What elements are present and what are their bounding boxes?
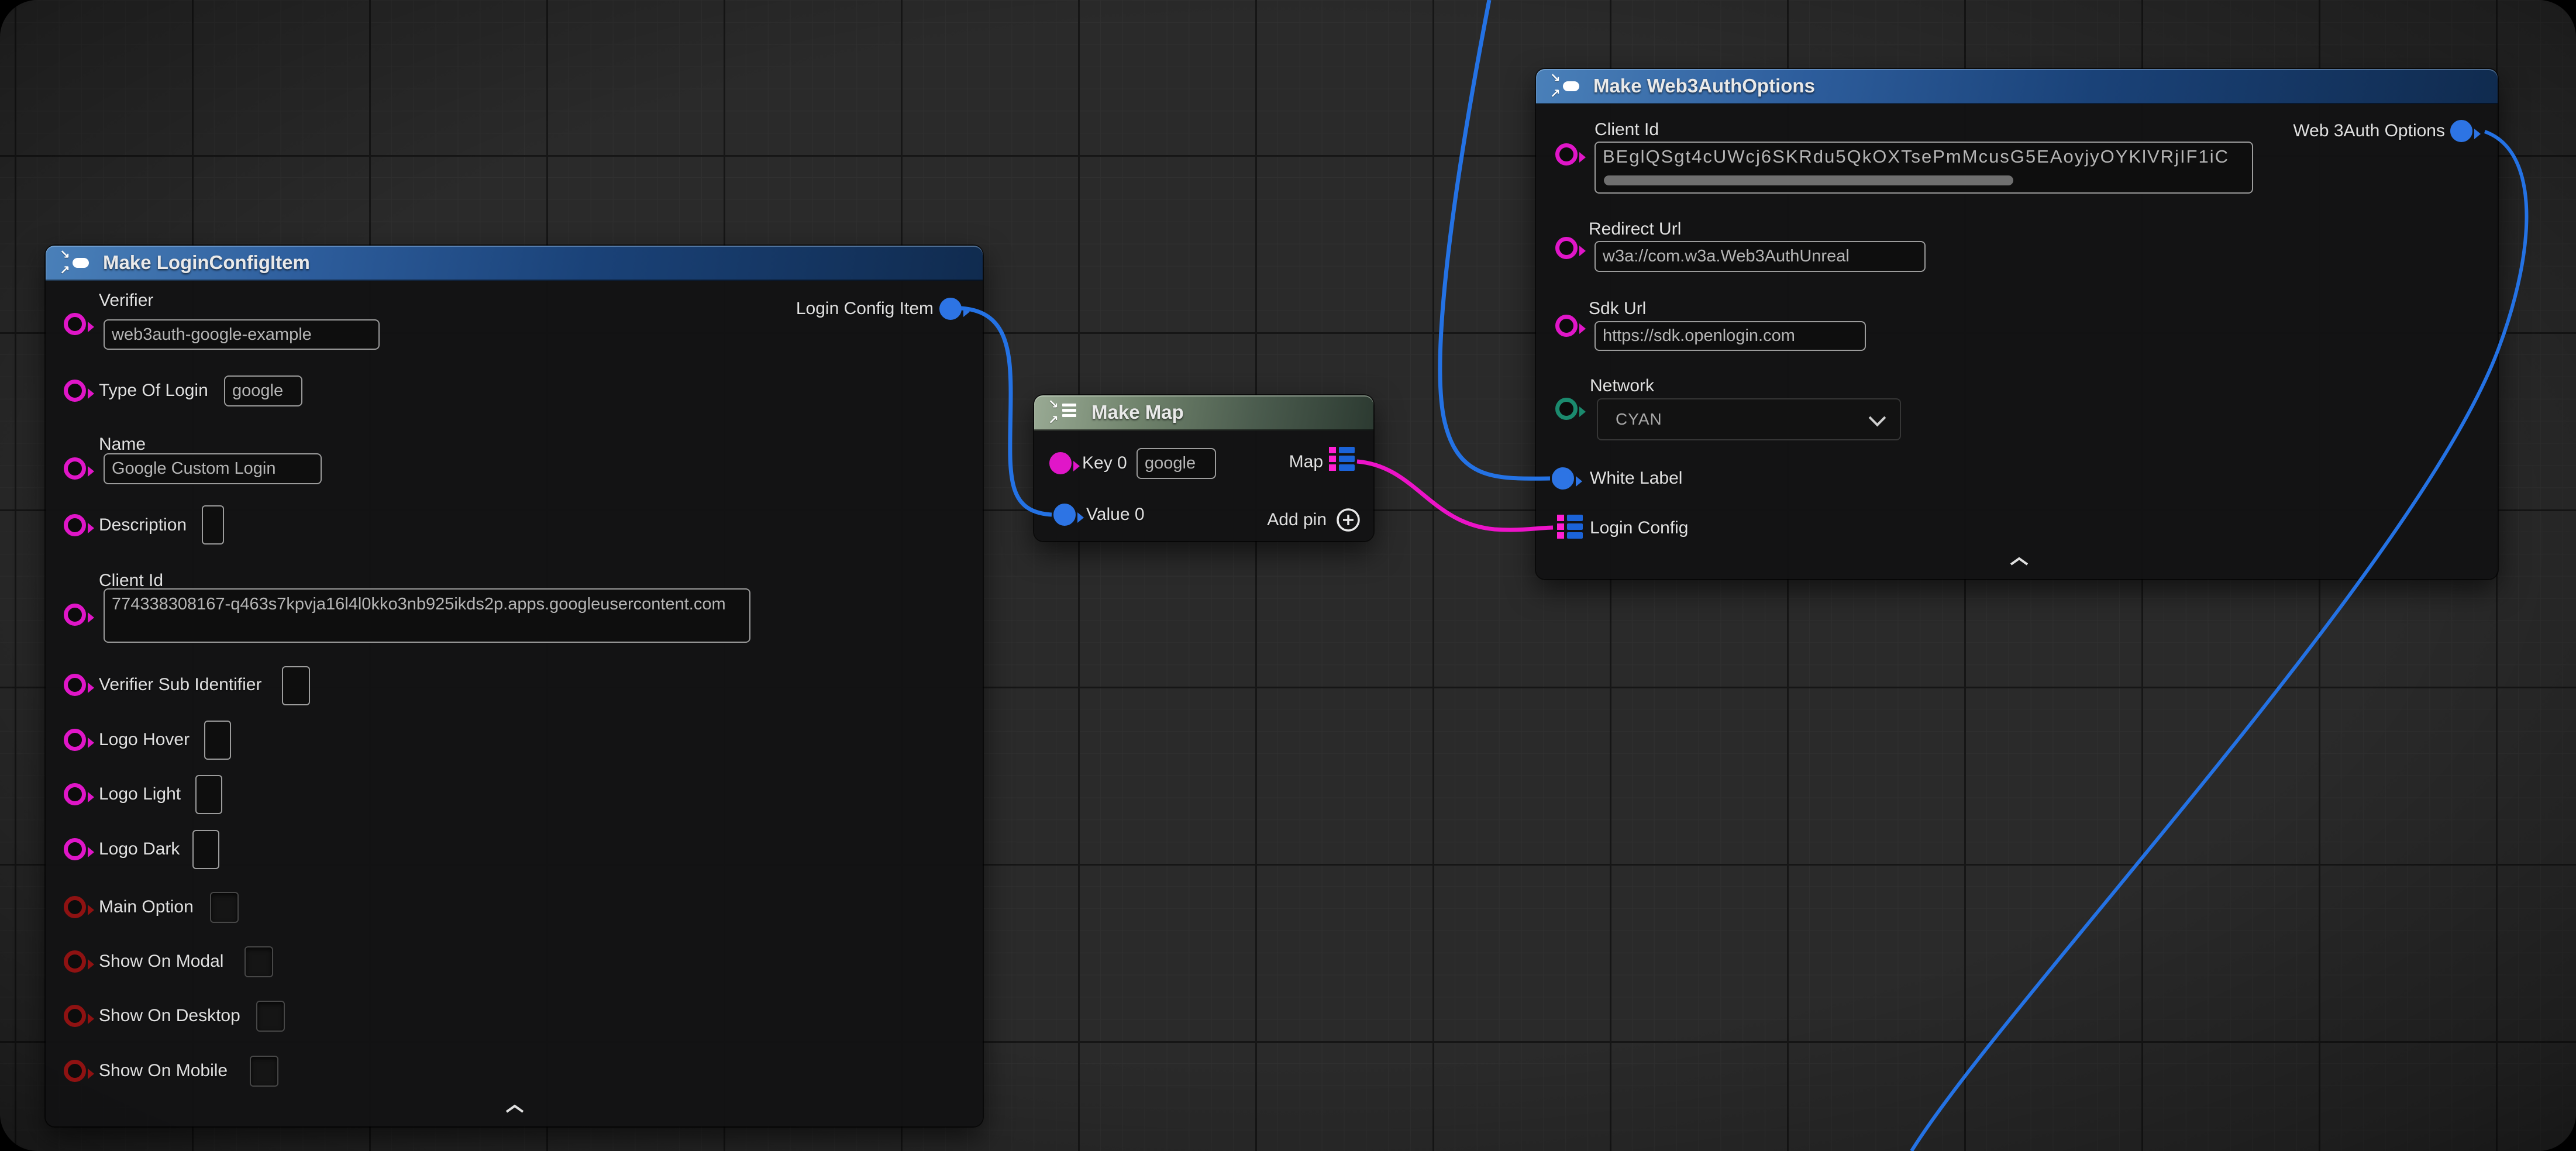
node-header[interactable]: ↘↗ Make Map: [1034, 395, 1373, 430]
pin-show-on-modal[interactable]: [64, 950, 86, 973]
show-on-mobile-checkbox[interactable]: [250, 1056, 278, 1087]
pin-label-show-on-desktop: Show On Desktop: [99, 1005, 240, 1026]
pin-value-0[interactable]: [1053, 504, 1076, 526]
output-pin-web3auth-options[interactable]: [2450, 120, 2472, 142]
pin-white-label[interactable]: [1552, 467, 1574, 490]
pin-label-show-on-mobile: Show On Mobile: [99, 1060, 228, 1081]
add-pin-label: Add pin: [1267, 509, 1327, 530]
output-pin-label: Login Config Item: [796, 298, 934, 319]
node-make-web3authoptions[interactable]: ↘↗ Make Web3AuthOptions Web 3Auth Option…: [1536, 69, 2498, 579]
pin-description[interactable]: [64, 514, 86, 536]
network-dropdown[interactable]: CYAN: [1597, 398, 1901, 440]
node-make-loginconfigitem[interactable]: ↘↗ Make LoginConfigItem Login Config Ite…: [46, 246, 983, 1126]
pin-label-logo-hover: Logo Hover: [99, 729, 190, 750]
wire-map-to-loginconfig[interactable]: [1357, 461, 1553, 530]
pin-label-network: Network: [1590, 375, 1654, 397]
name-input[interactable]: Google Custom Login: [104, 453, 322, 484]
pin-verifier-sub-identifier[interactable]: [64, 674, 86, 696]
pin-label-name: Name: [99, 434, 146, 455]
pin-label-sdk-url: Sdk Url: [1589, 298, 1646, 319]
node-title: Make Map: [1091, 401, 1184, 423]
pin-label-verifier-sub-identifier: Verifier Sub Identifier: [99, 674, 261, 695]
node-title: Make LoginConfigItem: [103, 251, 310, 274]
output-pin-label: Map: [1289, 452, 1323, 473]
node-make-map[interactable]: ↘↗ Make Map Key 0 google Map Value 0 Add…: [1034, 395, 1373, 541]
pin-login-config-map-icon[interactable]: [1557, 515, 1583, 539]
pin-client-id[interactable]: [64, 604, 86, 626]
show-on-modal-checkbox[interactable]: [244, 946, 273, 977]
pin-name[interactable]: [64, 457, 86, 480]
pin-key-0[interactable]: [1049, 452, 1072, 474]
pin-label-verifier: Verifier: [99, 290, 153, 311]
output-pin-map-icon[interactable]: [1329, 447, 1355, 471]
pin-label-value-0: Value 0: [1086, 504, 1145, 525]
show-on-desktop-checkbox[interactable]: [256, 1001, 285, 1032]
collapse-chevron-icon[interactable]: [504, 1103, 525, 1115]
pin-logo-hover[interactable]: [64, 729, 86, 751]
pin-label-logo-light: Logo Light: [99, 784, 181, 805]
pin-label-client-id: Client Id: [1594, 119, 1659, 140]
node-header[interactable]: ↘↗ Make LoginConfigItem: [46, 246, 983, 281]
pin-show-on-mobile[interactable]: [64, 1060, 86, 1082]
output-pin-label: Web 3Auth Options: [2293, 120, 2445, 142]
client-id-input[interactable]: 774338308167-q463s7kpvja16l4l0kko3nb925i…: [104, 588, 750, 643]
pin-label-main-option: Main Option: [99, 897, 194, 918]
pin-type-of-login[interactable]: [64, 380, 86, 402]
pin-label-show-on-modal: Show On Modal: [99, 951, 223, 972]
pin-label-key-0: Key 0: [1082, 453, 1127, 474]
pin-main-option[interactable]: [64, 896, 86, 918]
make-struct-icon: ↘↗: [1550, 73, 1582, 99]
node-header[interactable]: ↘↗ Make Web3AuthOptions: [1536, 69, 2498, 104]
pin-label-login-config: Login Config: [1590, 518, 1688, 539]
pin-network[interactable]: [1555, 398, 1578, 420]
pin-verifier[interactable]: [64, 313, 86, 335]
redirect-url-input[interactable]: w3a://com.w3a.Web3AuthUnreal: [1594, 241, 1926, 272]
pin-label-description: Description: [99, 515, 187, 536]
client-id-scrollbar[interactable]: [1604, 175, 2013, 185]
pin-label-redirect-url: Redirect Url: [1589, 219, 1681, 240]
wire-top-to-whitelabel[interactable]: [1440, 0, 1550, 478]
verifier-input[interactable]: web3auth-google-example: [104, 319, 380, 350]
sdk-url-input[interactable]: https://sdk.openlogin.com: [1594, 321, 1866, 351]
blueprint-editor: ↘↗ Make LoginConfigItem Login Config Ite…: [0, 0, 2576, 1151]
chevron-down-icon: [1869, 409, 1886, 427]
pin-redirect-url[interactable]: [1555, 237, 1578, 259]
collapse-chevron-icon[interactable]: [2009, 556, 2030, 567]
key-0-input[interactable]: google: [1137, 448, 1216, 479]
logo-light-input[interactable]: [195, 775, 222, 814]
node-title: Make Web3AuthOptions: [1593, 75, 1815, 97]
main-option-checkbox[interactable]: [210, 892, 239, 923]
pin-show-on-desktop[interactable]: [64, 1005, 86, 1027]
logo-hover-input[interactable]: [204, 721, 231, 760]
client-id-input[interactable]: BEglQSgt4cUWcj6SKRdu5QkOXTsePmMcusG5EAoy…: [1594, 142, 2253, 194]
pin-label-logo-dark: Logo Dark: [99, 839, 180, 860]
verifier-sub-identifier-input[interactable]: [282, 666, 310, 705]
pin-label-white-label: White Label: [1590, 468, 1682, 489]
network-selected-value: CYAN: [1616, 410, 1662, 429]
description-input[interactable]: [202, 505, 224, 545]
pin-label-type-of-login: Type Of Login: [99, 380, 208, 401]
make-map-icon: ↘↗: [1048, 399, 1080, 426]
add-pin-icon[interactable]: [1335, 507, 1361, 533]
pin-sdk-url[interactable]: [1555, 315, 1578, 337]
make-struct-icon: ↘↗: [60, 249, 91, 276]
pin-client-id[interactable]: [1555, 143, 1578, 166]
type-of-login-input[interactable]: google: [224, 375, 302, 406]
logo-dark-input[interactable]: [192, 830, 219, 869]
pin-logo-dark[interactable]: [64, 838, 86, 860]
pin-logo-light[interactable]: [64, 783, 86, 805]
blueprint-graph-canvas[interactable]: ↘↗ Make LoginConfigItem Login Config Ite…: [0, 0, 2576, 1151]
output-pin-login-config-item[interactable]: [939, 298, 962, 320]
